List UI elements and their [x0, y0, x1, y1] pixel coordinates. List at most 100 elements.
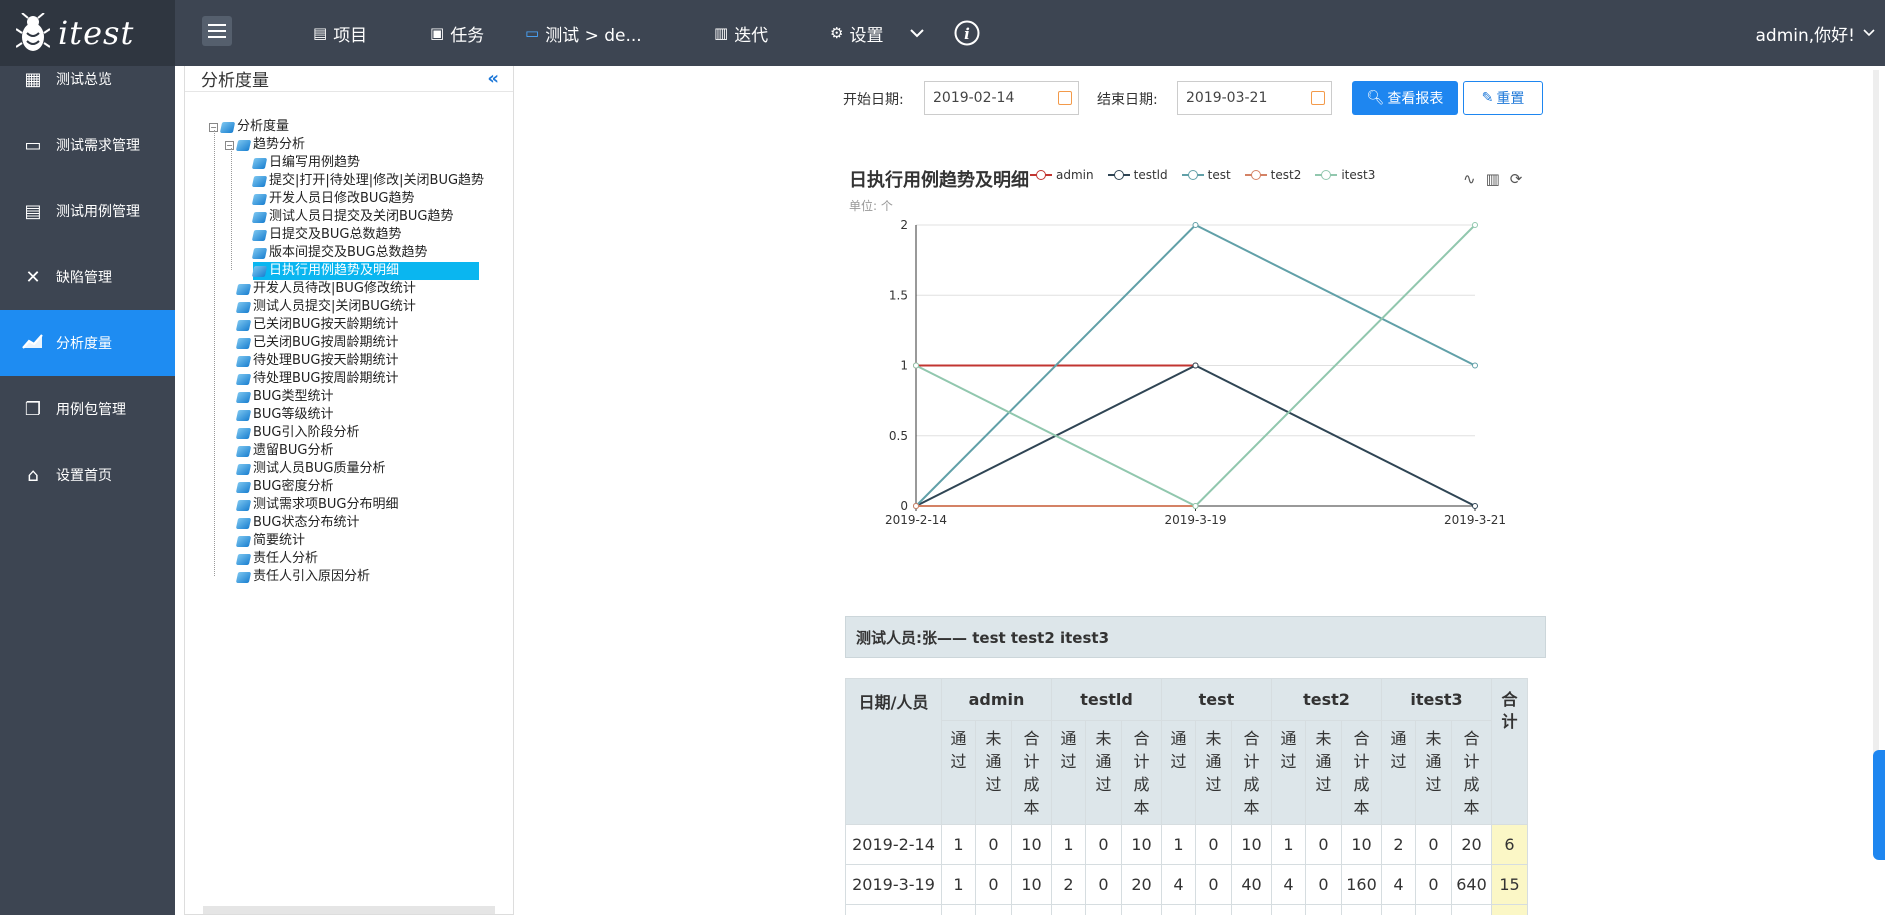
- tree-panel-title: 分析度量: [201, 71, 269, 91]
- tree-node-item[interactable]: 日提交及BUG总数趋势: [251, 226, 402, 244]
- user-menu[interactable]: admin,你好!: [1756, 0, 1876, 66]
- legend-item[interactable]: itest3: [1315, 168, 1375, 182]
- table-cell: 0: [1195, 824, 1232, 865]
- start-date-input[interactable]: 2019-02-14: [924, 81, 1079, 115]
- table-cell: 0: [975, 864, 1012, 905]
- collapse-node-icon[interactable]: −: [225, 140, 234, 150]
- tree-node-root[interactable]: − 分析度量: [209, 118, 289, 136]
- sidebar-item-label: 设置首页: [56, 468, 112, 484]
- table-cell: 0: [1415, 864, 1452, 905]
- tree-node-label: BUG引入阶段分析: [253, 425, 360, 440]
- legend-item[interactable]: admin: [1030, 168, 1094, 182]
- tree-node-item[interactable]: 责任人引入原因分析: [235, 568, 370, 586]
- page-vertical-scrollbar[interactable]: [1873, 70, 1879, 850]
- tree-node-item[interactable]: 遗留BUG分析: [235, 442, 334, 460]
- report-node-icon: [235, 427, 252, 439]
- sidebar-item-testcases[interactable]: ▤ 测试用例管理: [0, 178, 175, 244]
- sub-header-label: 合计成本: [1133, 729, 1150, 817]
- nav-settings[interactable]: ⚙ 设置: [830, 0, 883, 66]
- bar-chart-toggle-icon[interactable]: ▥: [1486, 170, 1500, 188]
- tree-node-trend-analysis[interactable]: − 趋势分析: [225, 136, 305, 154]
- sub-header: 未通过: [975, 720, 1012, 825]
- tree-node-item[interactable]: BUG状态分布统计: [235, 514, 360, 532]
- tree-node-item[interactable]: 测试人员BUG质量分析: [235, 460, 386, 478]
- nav-iteration[interactable]: ▥ 迭代: [714, 0, 768, 66]
- sidebar-item-requirements[interactable]: ▭ 测试需求管理: [0, 112, 175, 178]
- tree-node-item[interactable]: BUG引入阶段分析: [235, 424, 360, 442]
- legend-item[interactable]: test: [1181, 168, 1231, 182]
- user-greeting: admin,你好!: [1755, 25, 1856, 46]
- table-cell: 4: [1381, 864, 1416, 905]
- legend-item[interactable]: test2: [1244, 168, 1301, 182]
- tree-node-item[interactable]: 版本间提交及BUG总数趋势: [251, 244, 428, 262]
- tree-node-item[interactable]: 待处理BUG按周龄期统计: [235, 370, 399, 388]
- sub-header-label: 通过: [1060, 729, 1077, 771]
- sidebar-item-settings-home[interactable]: ⌂ 设置首页: [0, 442, 175, 508]
- tree-node-item[interactable]: 开发人员待改|BUG修改统计: [235, 280, 416, 298]
- report-node-icon: [251, 247, 268, 259]
- sidebar-item-case-packages[interactable]: ❐ 用例包管理: [0, 376, 175, 442]
- table-cell: [1121, 904, 1162, 915]
- tree-node-item[interactable]: 测试需求项BUG分布明细: [235, 496, 399, 514]
- sub-header-label: 合计成本: [1243, 729, 1260, 817]
- x-tick-label: 2019-3-19: [1164, 513, 1226, 527]
- report-node-icon: [235, 283, 252, 295]
- tree-node-item[interactable]: 测试人员提交|关闭BUG统计: [235, 298, 416, 316]
- tree-node-item[interactable]: BUG密度分析: [235, 478, 334, 496]
- report-node-icon: [235, 535, 252, 547]
- tree-panel-header: 分析度量 «: [185, 66, 513, 92]
- table-cell: 2: [1381, 824, 1416, 865]
- line-chart-toggle-icon[interactable]: ∿: [1463, 170, 1476, 188]
- tree-node-item[interactable]: 开发人员日修改BUG趋势: [251, 190, 415, 208]
- tree-node-item[interactable]: 测试人员日提交及关闭BUG趋势: [251, 208, 454, 226]
- table-cell: 1: [1161, 824, 1196, 865]
- sub-header: 未通过: [1195, 720, 1232, 825]
- sidebar-item-defects[interactable]: ✕ 缺陷管理: [0, 244, 175, 310]
- tree-node-item[interactable]: 提交|打开|待处理|修改|关闭BUG趋势: [251, 172, 484, 190]
- sub-header-label: 通过: [1280, 729, 1297, 771]
- menu-toggle-button[interactable]: [202, 16, 232, 46]
- tree-node-label: 日执行用例趋势及明细: [269, 263, 400, 278]
- tree-node-label: 测试人员BUG质量分析: [253, 461, 386, 476]
- sub-header: 通过: [1051, 720, 1086, 825]
- report-node-icon: [235, 571, 252, 583]
- tree-node-item[interactable]: 日执行用例趋势及明细: [251, 262, 480, 280]
- tree-node-item[interactable]: 责任人分析: [235, 550, 318, 568]
- legend-item[interactable]: testld: [1107, 168, 1168, 182]
- nav-project[interactable]: ▤ 项目: [313, 0, 367, 66]
- refresh-icon[interactable]: ⟳: [1510, 170, 1523, 188]
- person-header: itest3: [1381, 678, 1492, 721]
- nav-iteration-label: 迭代: [734, 25, 769, 46]
- sidebar-item-overview[interactable]: ▦ 测试总览: [0, 46, 175, 112]
- sub-header-label: 未通过: [1315, 729, 1332, 794]
- sub-header-label: 通过: [1390, 729, 1407, 771]
- tree-node-item[interactable]: 已关闭BUG按天龄期统计: [235, 316, 399, 334]
- testers-text: 测试人员:张—— test test2 itest3: [856, 628, 1110, 647]
- calendar-icon[interactable]: [1058, 91, 1072, 105]
- view-report-button[interactable]: 🔍︎ 查看报表: [1352, 81, 1458, 115]
- side-float-tab[interactable]: [1873, 750, 1885, 860]
- nav-test[interactable]: ▭ 测试 > de...: [525, 0, 642, 66]
- sidebar-item-label: 缺陷管理: [56, 270, 112, 286]
- collapse-panel-icon[interactable]: «: [487, 68, 499, 89]
- hamburger-icon: [208, 24, 226, 38]
- end-date-input[interactable]: 2019-03-21: [1177, 81, 1332, 115]
- nav-more-dropdown[interactable]: [910, 0, 924, 66]
- tree-horizontal-scrollbar[interactable]: [203, 906, 495, 914]
- y-tick-label: 1: [900, 359, 908, 373]
- nav-task[interactable]: ▣ 任务: [430, 0, 484, 66]
- calendar-icon[interactable]: [1311, 91, 1325, 105]
- tree-node-item[interactable]: BUG等级统计: [235, 406, 334, 424]
- tree-node-item[interactable]: 日编写用例趋势: [251, 154, 360, 172]
- info-button[interactable]: i: [954, 0, 980, 66]
- table-cell: 10: [1231, 824, 1272, 865]
- reset-button[interactable]: ✎ 重置: [1463, 81, 1543, 115]
- tree-node-item[interactable]: 已关闭BUG按周龄期统计: [235, 334, 399, 352]
- nav-settings-label: 设置: [849, 25, 884, 46]
- tree-node-item[interactable]: BUG类型统计: [235, 388, 334, 406]
- tree-node-item[interactable]: 待处理BUG按天龄期统计: [235, 352, 399, 370]
- sidebar-item-analytics[interactable]: 分析度量: [0, 310, 175, 376]
- tree-node-item[interactable]: 简要统计: [235, 532, 305, 550]
- table-cell: 160: [1341, 864, 1382, 905]
- sidebar-item-label: 测试用例管理: [56, 204, 140, 220]
